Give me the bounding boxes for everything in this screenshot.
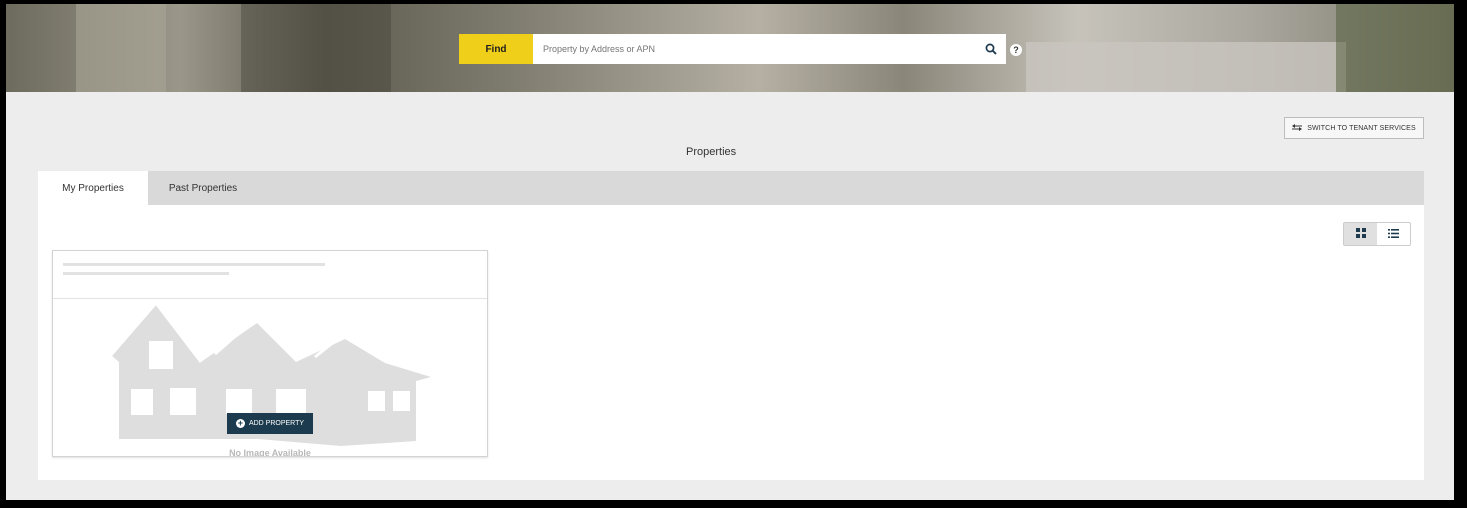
hero-building-mid [241,4,391,92]
add-property-button[interactable]: + ADD PROPERTY [227,413,313,434]
hero-building-left [76,4,166,92]
page-title: Properties [686,146,737,158]
search-input[interactable] [533,34,976,64]
help-icon[interactable]: ? [1010,44,1022,56]
tab-past-properties[interactable]: Past Properties [148,171,258,205]
switch-label: SWITCH TO TENANT SERVICES [1307,124,1416,132]
list-view-icon [1388,225,1399,243]
view-toggle [1343,222,1411,246]
card-header [53,251,487,299]
hero-banner: Find ? [6,4,1454,92]
grid-view-button[interactable] [1344,223,1377,245]
search-bar: Find [459,34,1006,64]
hero-palm [1336,4,1454,92]
no-image-label: No Image Available [229,448,311,457]
swap-icon [1292,123,1303,133]
find-button[interactable]: Find [459,34,533,64]
add-property-label: ADD PROPERTY [248,420,305,427]
search-icon[interactable] [976,34,1006,64]
grid-view-icon [1355,225,1366,243]
list-view-button[interactable] [1377,223,1410,245]
hero-rooftop [1026,42,1346,92]
no-image-placeholder: + ADD PROPERTY [53,299,487,456]
switch-to-tenant-services-button[interactable]: SWITCH TO TENANT SERVICES [1284,117,1424,139]
add-circle-icon: + [235,418,245,428]
tabs-bar: My Properties Past Properties [38,171,1424,205]
property-card: + ADD PROPERTY No Image Available [52,250,488,457]
tab-my-properties[interactable]: My Properties [38,171,148,205]
app-frame: Find ? SWITCH TO TENANT SERVICES Propert… [6,4,1454,500]
placeholder-line [63,272,229,275]
placeholder-line [63,263,325,266]
